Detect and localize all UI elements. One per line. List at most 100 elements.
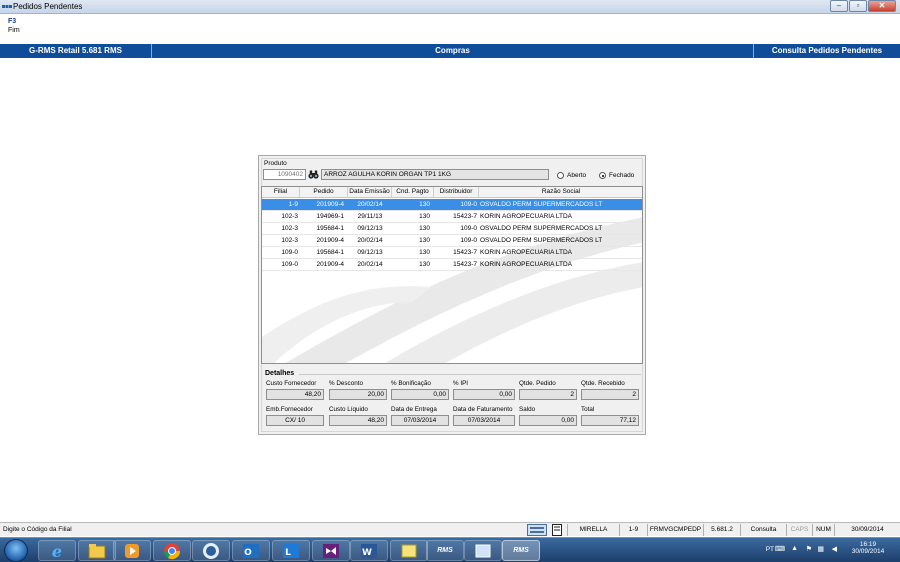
- window-app-icon: [475, 544, 491, 557]
- minimize-button[interactable]: –: [830, 0, 848, 12]
- network-tray-icon[interactable]: ▦: [817, 545, 824, 553]
- tray-date: 30/09/2014: [851, 548, 885, 555]
- app-taskbar-icon-2[interactable]: [464, 540, 502, 561]
- radio-fechado-dot: [599, 172, 606, 179]
- start-button[interactable]: [4, 539, 28, 562]
- cell-distribuidor: 109-0: [460, 237, 477, 244]
- table-row[interactable]: 102-3 201909-4 20/02/14 130 109-0 OSVALDO PER…: [262, 235, 642, 247]
- system-name: G-RMS Retail 5.681 RMS: [0, 44, 152, 58]
- desconto-label: % Desconto: [329, 380, 363, 387]
- cell-data-emissao: 20/02/14: [357, 201, 383, 208]
- status-num: NUM: [812, 524, 834, 536]
- cell-data-emissao: 09/12/13: [357, 249, 383, 256]
- cell-distribuidor: 109-0: [460, 225, 477, 232]
- custo-liquido-label: Custo Líquido: [329, 406, 368, 413]
- word-icon: W: [361, 543, 377, 558]
- status-mode: Consulta: [740, 524, 786, 536]
- col-data-emissao[interactable]: Data Emissão: [348, 187, 392, 197]
- svg-text:O: O: [244, 548, 252, 558]
- bonificacao-label: % Bonificação: [391, 380, 431, 387]
- status-caps: CAPS: [786, 524, 812, 536]
- cell-data-emissao: 29/11/13: [357, 213, 383, 220]
- exit-tool-button[interactable]: F3 Fim: [8, 18, 28, 34]
- binoculars-search-icon[interactable]: [308, 169, 319, 180]
- app-taskbar-icon[interactable]: [192, 540, 230, 561]
- rms-logo-2: RMS: [513, 547, 529, 554]
- table-row[interactable]: 109-0 195684-1 09/12/13 130 15423-7 KORIN AGR…: [262, 247, 642, 259]
- cell-pedido: 194969-1: [316, 213, 344, 220]
- orders-grid[interactable]: Filial Pedido Data Emissão Cnd. Pagto Di…: [261, 186, 643, 364]
- emb-fornecedor-label: Emb.Fornecedor: [266, 406, 313, 413]
- col-distribuidor[interactable]: Distribuidor: [434, 187, 479, 197]
- cell-pedido: 201909-4: [316, 237, 344, 244]
- cell-razao-social: OSVALDO PERM SUPERMERCADOS LT: [480, 237, 603, 244]
- cell-pedido: 195684-1: [316, 249, 344, 256]
- radio-aberto[interactable]: Aberto: [557, 172, 586, 179]
- lync-taskbar-icon[interactable]: L: [272, 540, 310, 561]
- ie-taskbar-icon[interactable]: e: [38, 540, 76, 561]
- maximize-button[interactable]: ▫: [849, 0, 867, 12]
- svg-text:W: W: [362, 548, 372, 558]
- col-filial[interactable]: Filial: [262, 187, 300, 197]
- cell-filial: 1-9: [288, 201, 298, 208]
- status-date: 30/09/2014: [834, 524, 900, 536]
- media-play-icon: [125, 543, 139, 558]
- qtde-pedido-label: Qtde. Pedido: [519, 380, 556, 387]
- status-message: Digite o Código da Filial: [3, 526, 72, 533]
- keyboard-icon: [527, 524, 547, 536]
- document-icon: [552, 524, 562, 536]
- volume-tray-icon[interactable]: ◀: [832, 545, 837, 553]
- status-version: 5.681.2: [703, 524, 740, 536]
- total-value: 77,12: [581, 415, 639, 426]
- cell-razao-social: KORIN AGROPECUARIA LTDA: [480, 213, 572, 220]
- app-icon: [2, 5, 12, 8]
- media-player-taskbar-icon[interactable]: [113, 540, 151, 561]
- cell-filial: 109-0: [281, 249, 298, 256]
- rms-taskbar-icon-2[interactable]: RMS: [502, 540, 540, 561]
- col-razao-social[interactable]: Razão Social: [479, 187, 642, 197]
- cell-filial: 102-3: [281, 225, 298, 232]
- outlook-taskbar-icon[interactable]: O: [232, 540, 270, 561]
- window-title: Pedidos Pendentes: [13, 2, 83, 11]
- table-row[interactable]: 102-3 194969-1 29/11/13 130 15423-7 KORIN AGR…: [262, 211, 642, 223]
- notes-taskbar-icon[interactable]: [390, 540, 428, 561]
- module-name: Compras: [435, 46, 470, 55]
- cell-cnd-pagto: 130: [419, 237, 430, 244]
- visual-studio-taskbar-icon[interactable]: [312, 540, 350, 561]
- explorer-taskbar-icon[interactable]: [78, 540, 116, 561]
- radio-fechado[interactable]: Fechado: [599, 172, 634, 179]
- col-pedido[interactable]: Pedido: [300, 187, 348, 197]
- radio-aberto-dot: [557, 172, 564, 179]
- keyboard-tray-icon[interactable]: ⌨: [775, 545, 785, 553]
- ipi-value: 0,00: [453, 389, 515, 400]
- close-button[interactable]: ✕: [868, 0, 896, 12]
- chrome-taskbar-icon[interactable]: [153, 540, 191, 561]
- cell-cnd-pagto: 130: [419, 249, 430, 256]
- cell-distribuidor: 15423-7: [453, 261, 477, 268]
- cell-distribuidor: 15423-7: [453, 213, 477, 220]
- exit-shortcut-key: F3: [8, 18, 17, 25]
- desconto-value: 20,00: [329, 389, 387, 400]
- table-row[interactable]: 1-9 201909-4 20/02/14 130 109-0 OSVALDO PERM …: [262, 199, 642, 211]
- rms-taskbar-icon-1[interactable]: RMS: [426, 540, 464, 561]
- flag-tray-icon[interactable]: ⚑: [806, 545, 812, 553]
- cell-distribuidor: 15423-7: [453, 249, 477, 256]
- status-user: MIRELLA: [567, 524, 619, 536]
- cell-pedido: 201909-4: [316, 201, 344, 208]
- chevron-up-icon[interactable]: ▲: [791, 545, 798, 552]
- tray-language[interactable]: PT: [766, 546, 774, 553]
- cell-filial: 102-3: [281, 213, 298, 220]
- module-header: G-RMS Retail 5.681 RMS Compras Consulta …: [0, 44, 900, 58]
- outlook-icon: O: [243, 543, 259, 558]
- custo-fornecedor-value: 48,20: [266, 389, 324, 400]
- col-cnd-pagto[interactable]: Cnd. Pagto: [392, 187, 434, 197]
- table-row[interactable]: 102-3 195684-1 09/12/13 130 109-0 OSVALDO PER…: [262, 223, 642, 235]
- word-taskbar-icon[interactable]: W: [350, 540, 388, 561]
- table-row[interactable]: 109-0 201909-4 20/02/14 130 15423-7 KORIN AGR…: [262, 259, 642, 271]
- visual-studio-icon: [323, 543, 339, 558]
- produto-code-input[interactable]: 1090402: [263, 169, 306, 180]
- cell-cnd-pagto: 130: [419, 201, 430, 208]
- emb-fornecedor-value: CX/ 10: [266, 415, 324, 426]
- tray-clock[interactable]: 16:19 30/09/2014: [844, 541, 892, 555]
- produto-description: ARROZ AGULHA KORIN ORGAN TP1 1KG: [321, 169, 549, 180]
